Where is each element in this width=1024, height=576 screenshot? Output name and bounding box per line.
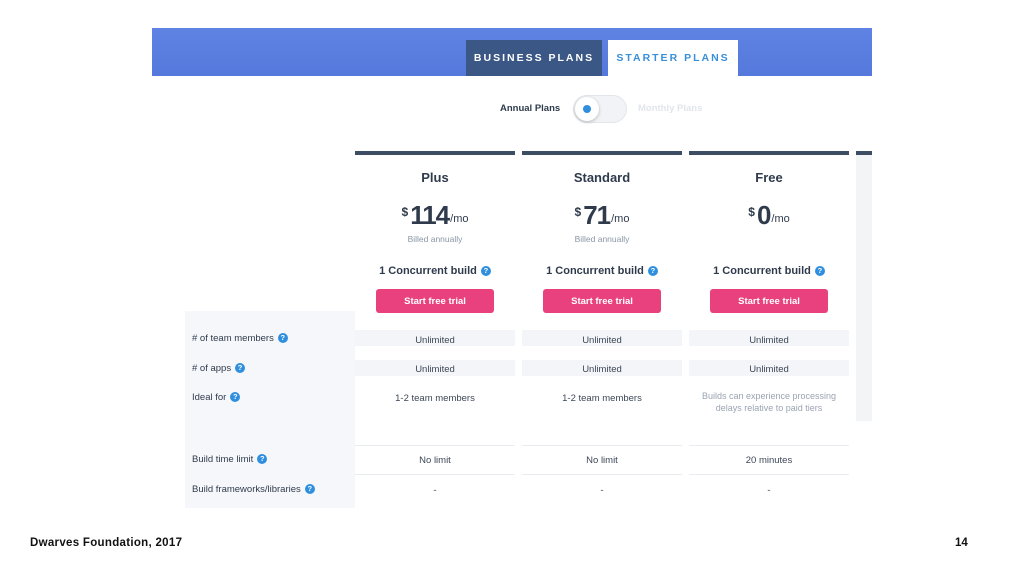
help-icon[interactable]: ?	[230, 392, 241, 402]
help-icon[interactable]: ?	[277, 333, 288, 343]
plan-price: $ 0 /mo	[689, 202, 849, 228]
cell-ideal-for: 1-2 team members	[395, 392, 475, 404]
price-currency: $	[574, 205, 582, 219]
cell-team-members: Unlimited	[582, 334, 622, 346]
price-unit: /mo	[450, 213, 469, 225]
help-icon[interactable]: ?	[257, 454, 268, 464]
row-label-text: # of team members	[192, 332, 274, 344]
toggle-knob	[575, 97, 599, 121]
pricing-screenshot: BUSINESS PLANS STARTER PLANS Annual Plan…	[152, 28, 872, 508]
next-plan-column-edge	[856, 151, 872, 421]
concurrent-builds: 1 Concurrent build ?	[689, 265, 849, 277]
price-unit: /mo	[771, 213, 790, 225]
row-label-build-time: Build time limit ?	[192, 452, 268, 466]
row-divider	[522, 474, 682, 475]
plan-name: Plus	[421, 170, 449, 185]
tab-business-plans[interactable]: BUSINESS PLANS	[466, 40, 602, 76]
row-label-text: # of apps	[192, 362, 232, 374]
row-divider	[689, 445, 849, 446]
start-trial-button[interactable]: Start free trial	[710, 289, 828, 313]
row-label-text: Build time limit	[192, 453, 254, 465]
price-currency: $	[401, 205, 409, 219]
annual-plans-label[interactable]: Annual Plans	[500, 103, 560, 114]
cell-frameworks: -	[600, 484, 604, 496]
row-label-text: Build frameworks/libraries	[192, 483, 301, 495]
billed-note: Billed annually	[407, 234, 463, 244]
page-number: 14	[955, 537, 968, 549]
concurrent-builds: 1 Concurrent build ?	[355, 265, 515, 277]
cell-frameworks: -	[433, 484, 437, 496]
cell-ideal-for: 1-2 team members	[562, 392, 642, 404]
start-trial-button[interactable]: Start free trial	[543, 289, 661, 313]
plan-name: Standard	[573, 170, 631, 185]
plan-column-plus: Plus $ 114 /mo Billed annually 1 Concurr…	[355, 151, 515, 508]
billed-note: Billed annually	[574, 234, 630, 244]
plan-price: $ 114 /mo	[355, 202, 515, 228]
cell-build-time: No limit	[419, 454, 451, 466]
concurrent-builds-text: 1 Concurrent build	[546, 265, 644, 277]
concurrent-builds-text: 1 Concurrent build	[379, 265, 477, 277]
plan-name: Free	[755, 170, 783, 185]
concurrent-builds: 1 Concurrent build ?	[522, 265, 682, 277]
help-icon[interactable]: ?	[480, 266, 491, 276]
cell-build-time: 20 minutes	[745, 454, 793, 466]
concurrent-builds-text: 1 Concurrent build	[713, 265, 811, 277]
price-currency: $	[748, 205, 755, 219]
help-icon[interactable]: ?	[647, 266, 658, 276]
footer-credit: Dwarves Foundation, 2017	[30, 537, 183, 549]
cell-apps: Unlimited	[749, 363, 789, 375]
row-divider	[355, 474, 515, 475]
help-icon[interactable]: ?	[235, 363, 246, 373]
cell-apps: Unlimited	[582, 363, 622, 375]
price-amount: 0	[756, 200, 772, 230]
row-label-apps: # of apps ?	[192, 361, 246, 375]
billing-toggle-row: Annual Plans Monthly Plans	[152, 94, 872, 124]
row-divider	[689, 474, 849, 475]
cell-build-time: No limit	[586, 454, 618, 466]
row-divider	[355, 445, 515, 446]
monthly-plans-label[interactable]: Monthly Plans	[638, 103, 702, 114]
row-label-text: Ideal for	[192, 391, 227, 403]
start-trial-button[interactable]: Start free trial	[376, 289, 494, 313]
row-divider	[522, 445, 682, 446]
billing-period-toggle[interactable]	[573, 95, 627, 123]
help-icon[interactable]: ?	[304, 484, 315, 494]
plan-column-free: Free $ 0 /mo 1 Concurrent build ? Start …	[689, 151, 849, 508]
row-label-frameworks: Build frameworks/libraries ?	[192, 482, 315, 496]
header-bar: BUSINESS PLANS STARTER PLANS	[152, 28, 872, 76]
tab-starter-plans[interactable]: STARTER PLANS	[608, 40, 738, 76]
cell-team-members: Unlimited	[749, 334, 789, 346]
price-amount: 114	[410, 200, 450, 230]
plan-price: $ 71 /mo	[522, 202, 682, 228]
row-label-team-members: # of team members ?	[192, 331, 288, 345]
row-label-ideal-for: Ideal for ?	[192, 390, 241, 404]
cell-ideal-for: Builds can experience processing delays …	[701, 391, 837, 413]
plan-column-standard: Standard $ 71 /mo Billed annually 1 Conc…	[522, 151, 682, 508]
cell-apps: Unlimited	[415, 363, 455, 375]
cell-frameworks: -	[767, 484, 771, 496]
cell-team-members: Unlimited	[415, 334, 455, 346]
help-icon[interactable]: ?	[814, 266, 825, 276]
price-unit: /mo	[611, 213, 630, 225]
price-amount: 71	[583, 200, 611, 230]
toggle-dot-icon	[583, 105, 591, 113]
